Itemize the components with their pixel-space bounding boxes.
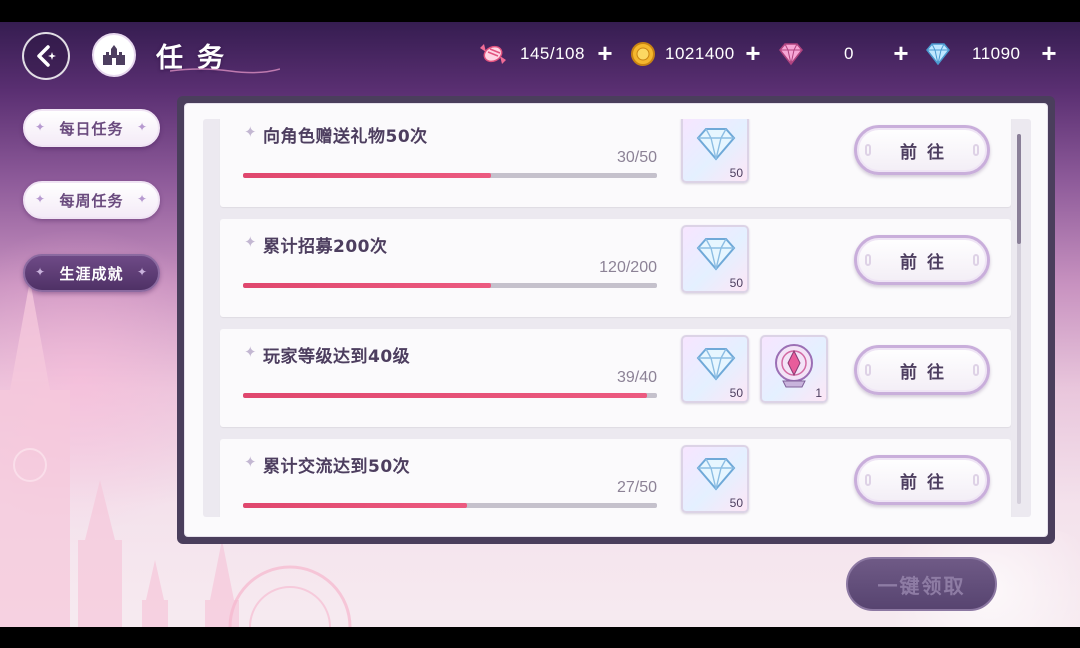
pink-diamond-icon bbox=[779, 43, 803, 66]
go-button-label: 前往 bbox=[900, 472, 954, 493]
progress-bar bbox=[243, 393, 657, 398]
go-button-label: 前往 bbox=[900, 142, 954, 163]
task-progress-text: 30/50 bbox=[616, 149, 657, 166]
diamond-icon bbox=[696, 458, 736, 491]
button-ornament bbox=[865, 144, 871, 156]
candy-add-button[interactable]: + bbox=[594, 40, 616, 66]
letterbox-bottom bbox=[0, 627, 1080, 648]
progress-bar bbox=[243, 283, 657, 288]
sparkle-icon: ✦ bbox=[35, 192, 47, 206]
reward-count: 50 bbox=[729, 386, 743, 400]
reward-count: 50 bbox=[729, 166, 743, 180]
tab-label: 生涯成就 bbox=[59, 264, 124, 283]
pink-diamond-counter: 0 bbox=[844, 41, 854, 67]
diamond-icon bbox=[696, 348, 736, 381]
tab-label: 每周任务 bbox=[59, 191, 124, 210]
reward-item[interactable]: 50 bbox=[681, 119, 749, 183]
castle-home-icon bbox=[103, 45, 125, 65]
gold-coin-icon bbox=[631, 42, 655, 66]
claim-all-button[interactable]: 一键领取 bbox=[846, 557, 997, 611]
pink-diamond-value: 0 bbox=[844, 44, 854, 63]
button-ornament bbox=[973, 144, 979, 156]
blue-diamond-add-button[interactable]: + bbox=[1038, 40, 1060, 66]
button-ornament bbox=[865, 364, 871, 376]
blue-diamond-icon bbox=[926, 43, 950, 66]
task-progress-text: 120/200 bbox=[599, 259, 657, 276]
game-screen: 任务 145/108 + 1021400 + 0 + 11090 + ✦ 每日任… bbox=[0, 0, 1080, 648]
task-card: ✦ 累计招募200次 120/200 50 前往 bbox=[220, 219, 1011, 317]
tab-daily-tasks[interactable]: ✦ 每日任务 ✦ bbox=[23, 109, 160, 147]
button-ornament bbox=[973, 364, 979, 376]
reward-count: 50 bbox=[729, 496, 743, 510]
go-button-label: 前往 bbox=[900, 362, 954, 383]
candy-value: 145/108 bbox=[520, 44, 585, 63]
tab-weekly-tasks[interactable]: ✦ 每周任务 ✦ bbox=[23, 181, 160, 219]
scrollbar-thumb[interactable] bbox=[1017, 134, 1021, 244]
go-button[interactable]: 前往 bbox=[854, 345, 990, 395]
home-button[interactable] bbox=[92, 33, 136, 77]
progress-fill bbox=[243, 503, 467, 508]
diamond-icon bbox=[696, 238, 736, 271]
progress-fill bbox=[243, 393, 647, 398]
reward-count: 50 bbox=[729, 276, 743, 290]
button-ornament bbox=[865, 474, 871, 486]
tab-label: 每日任务 bbox=[59, 119, 124, 138]
task-title: 累计交流达到50次 bbox=[263, 457, 411, 477]
reward-count: 1 bbox=[815, 386, 822, 400]
progress-fill bbox=[243, 173, 492, 178]
sparkle-icon: ✦ bbox=[136, 120, 148, 134]
go-button[interactable]: 前往 bbox=[854, 455, 990, 505]
go-button[interactable]: 前往 bbox=[854, 125, 990, 175]
task-progress-text: 27/50 bbox=[616, 479, 657, 496]
blue-diamond-value: 11090 bbox=[972, 44, 1021, 63]
crystal-orb-icon bbox=[775, 344, 813, 388]
star-bullet-icon: ✦ bbox=[244, 453, 257, 471]
blue-diamond-counter: 11090 bbox=[972, 41, 1021, 67]
task-list[interactable]: ✦ 向角色赠送礼物50次 30/50 50 前往 ✦ 累计招募200次 120/… bbox=[203, 119, 1031, 517]
star-bullet-icon: ✦ bbox=[244, 233, 257, 251]
task-progress-text: 39/40 bbox=[616, 369, 657, 386]
back-button[interactable] bbox=[22, 32, 70, 80]
sparkle-icon: ✦ bbox=[136, 265, 148, 279]
back-arrow-icon bbox=[37, 45, 56, 67]
star-bullet-icon: ✦ bbox=[244, 343, 257, 361]
title-decoration bbox=[170, 68, 280, 74]
letterbox-top bbox=[0, 0, 1080, 22]
sparkle-icon: ✦ bbox=[136, 192, 148, 206]
go-button-label: 前往 bbox=[900, 252, 954, 273]
pink-diamond-add-button[interactable]: + bbox=[890, 40, 912, 66]
gold-value: 1021400 bbox=[665, 44, 735, 63]
button-ornament bbox=[973, 254, 979, 266]
go-button[interactable]: 前往 bbox=[854, 235, 990, 285]
tab-career-achievements[interactable]: ✦ 生涯成就 ✦ bbox=[23, 254, 160, 292]
button-ornament bbox=[973, 474, 979, 486]
task-card: ✦ 玩家等级达到40级 39/40 50 1 前往 bbox=[220, 329, 1011, 427]
diamond-icon bbox=[696, 128, 736, 161]
task-title: 累计招募200次 bbox=[263, 237, 388, 257]
button-ornament bbox=[865, 254, 871, 266]
sparkle-icon: ✦ bbox=[35, 120, 47, 134]
task-title: 玩家等级达到40级 bbox=[263, 347, 411, 367]
gold-add-button[interactable]: + bbox=[742, 40, 764, 66]
candy-counter: 145/108 bbox=[520, 41, 585, 67]
sparkle-icon: ✦ bbox=[35, 265, 47, 279]
progress-bar bbox=[243, 173, 657, 178]
reward-item[interactable]: 50 bbox=[681, 335, 749, 403]
reward-item[interactable]: 50 bbox=[681, 445, 749, 513]
task-card: ✦ 向角色赠送礼物50次 30/50 50 前往 bbox=[220, 119, 1011, 207]
task-card: ✦ 累计交流达到50次 27/50 50 前往 bbox=[220, 439, 1011, 517]
reward-item[interactable]: 1 bbox=[760, 335, 828, 403]
progress-fill bbox=[243, 283, 492, 288]
progress-bar bbox=[243, 503, 657, 508]
star-bullet-icon: ✦ bbox=[244, 123, 257, 141]
reward-item[interactable]: 50 bbox=[681, 225, 749, 293]
gold-counter: 1021400 bbox=[665, 41, 735, 67]
candy-icon bbox=[480, 44, 506, 64]
task-title: 向角色赠送礼物50次 bbox=[263, 127, 428, 147]
